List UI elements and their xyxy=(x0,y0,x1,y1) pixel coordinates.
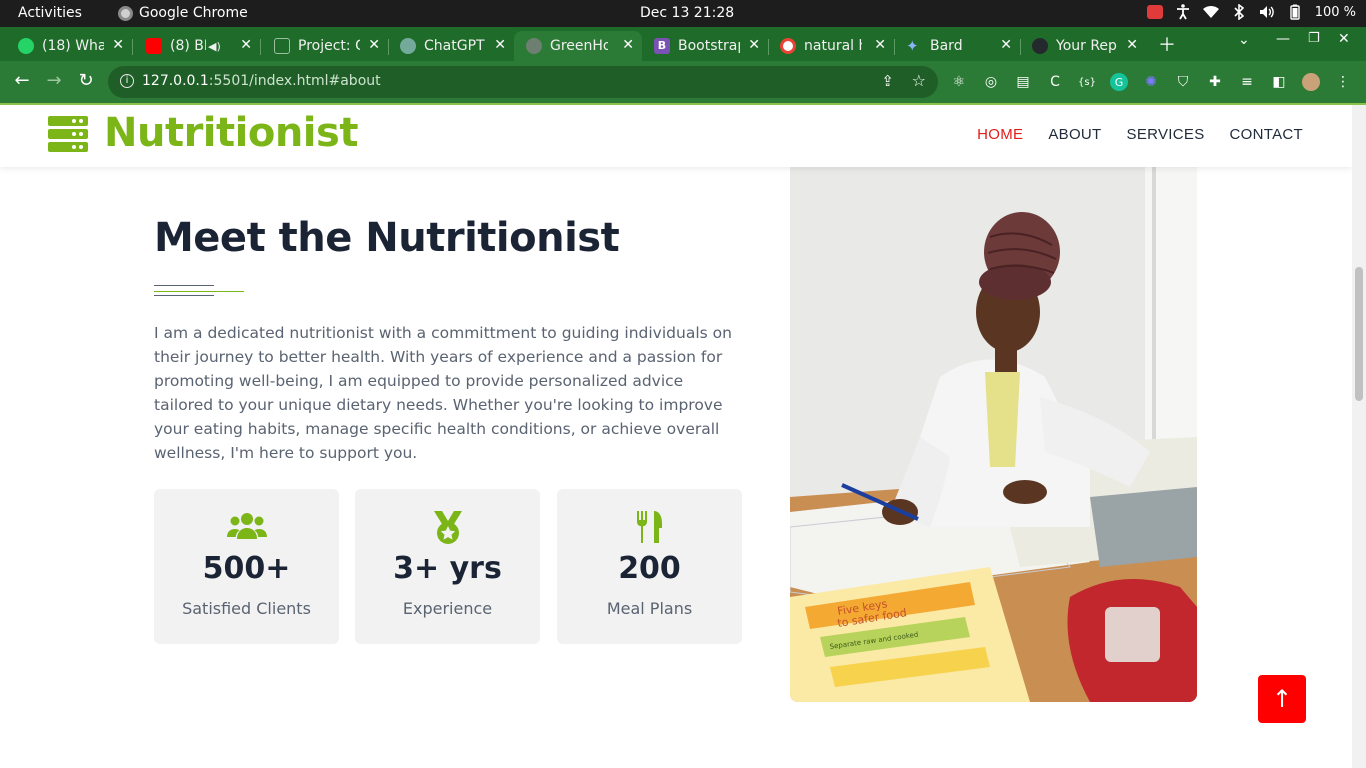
system-top-bar: Activities Google Chrome Dec 13 21:28 10… xyxy=(0,0,1366,27)
stat-value: 3+ yrs xyxy=(393,551,502,586)
app-name: Google Chrome xyxy=(139,5,248,21)
battery-icon[interactable] xyxy=(1287,4,1303,20)
browser-toolbar: ← → ↻ i 127.0.0.1:5501/index.html#about … xyxy=(0,61,1366,103)
nav-about-link[interactable]: ABOUT xyxy=(1048,126,1101,143)
github-icon xyxy=(1032,38,1048,54)
target-extension-icon[interactable]: ◎ xyxy=(982,73,1000,91)
whatsapp-icon xyxy=(18,38,34,54)
url-text[interactable]: 127.0.0.1:5501/index.html#about xyxy=(142,73,381,89)
app-menu[interactable]: Google Chrome xyxy=(118,5,248,21)
tab-whatsapp[interactable]: (18) WhatsApp ✕ xyxy=(6,31,133,61)
stat-label: Satisfied Clients xyxy=(182,599,311,618)
site-brand[interactable]: Nutritionist xyxy=(104,110,358,156)
main-nav: HOME ABOUT SERVICES CONTACT xyxy=(977,126,1303,143)
arrow-up-icon: ↑ xyxy=(1271,685,1293,713)
audio-playing-icon[interactable]: ◀) xyxy=(208,40,221,53)
forward-arrow-icon[interactable]: → xyxy=(42,70,66,91)
share-icon[interactable]: ⇪ xyxy=(881,72,894,90)
back-to-top-button[interactable]: ↑ xyxy=(1258,675,1306,723)
react-devtools-icon[interactable]: ⚛ xyxy=(950,73,968,91)
close-tab-icon[interactable]: ✕ xyxy=(1126,37,1138,53)
tab-bbc[interactable]: (8) BBC ◀) ✕ xyxy=(134,31,261,61)
close-tab-icon[interactable]: ✕ xyxy=(874,37,886,53)
accessibility-icon[interactable] xyxy=(1175,4,1191,20)
chrome-icon xyxy=(118,5,133,21)
globe-icon xyxy=(526,38,542,54)
close-tab-icon[interactable]: ✕ xyxy=(494,37,506,53)
stat-card-experience: 3+ yrs Experience xyxy=(355,489,540,644)
stat-value: 500+ xyxy=(202,551,291,586)
screen-record-icon[interactable] xyxy=(1146,5,1163,19)
bookmark-star-icon[interactable]: ☆ xyxy=(912,71,926,90)
users-icon xyxy=(154,511,339,545)
grammarly-icon[interactable]: G xyxy=(1110,73,1128,91)
nav-contact-link[interactable]: CONTACT xyxy=(1230,126,1303,143)
server-logo-icon[interactable] xyxy=(48,116,88,152)
docs-extension-icon[interactable]: ▤ xyxy=(1014,73,1032,91)
medal-icon xyxy=(355,511,540,545)
tab-bootstrap[interactable]: B Bootstrap ✕ xyxy=(642,31,769,61)
close-tab-icon[interactable]: ✕ xyxy=(622,37,634,53)
restore-icon[interactable]: ❐ xyxy=(1308,31,1320,46)
page-scrollbar[interactable] xyxy=(1352,105,1366,768)
back-arrow-icon[interactable]: ← xyxy=(10,70,34,91)
reading-list-icon[interactable]: ≡ xyxy=(1238,73,1256,91)
tab-google-search[interactable]: natural h ✕ xyxy=(768,31,895,61)
tab-your-repos[interactable]: Your Rep ✕ xyxy=(1020,31,1146,61)
activities-button[interactable]: Activities xyxy=(18,5,82,21)
stat-label: Experience xyxy=(402,599,493,618)
tab-greenhouse[interactable]: GreenHouse ✕ xyxy=(514,31,642,61)
bluetooth-icon[interactable] xyxy=(1231,4,1247,20)
battery-percent: 100 % xyxy=(1314,4,1356,20)
nav-services-link[interactable]: SERVICES xyxy=(1127,126,1205,143)
about-paragraph: I am a dedicated nutritionist with a com… xyxy=(154,324,732,462)
close-tab-icon[interactable]: ✕ xyxy=(112,37,124,53)
system-tray[interactable]: 100 % xyxy=(1146,4,1356,20)
tab-bard[interactable]: ✦ Bard ✕ xyxy=(894,31,1021,61)
google-icon xyxy=(780,38,796,54)
stat-card-meal-plans: 200 Meal Plans xyxy=(557,489,742,644)
nav-home-link[interactable]: HOME xyxy=(977,126,1023,143)
profile-avatar-icon[interactable] xyxy=(1302,73,1320,91)
nutritionist-photo: Five keys to safer food Separate raw and… xyxy=(790,167,1197,702)
tab-chatgpt[interactable]: ChatGPT ✕ xyxy=(388,31,514,61)
tab-search-chevron-icon[interactable]: ⌄ xyxy=(1238,32,1250,48)
sun-extension-icon[interactable]: ✺ xyxy=(1142,73,1160,91)
about-title: Meet the Nutritionist xyxy=(154,215,620,261)
c-extension-icon[interactable]: C xyxy=(1046,73,1064,91)
scrollbar-thumb[interactable] xyxy=(1355,267,1363,401)
youtube-icon xyxy=(146,38,162,54)
close-tab-icon[interactable]: ✕ xyxy=(1000,37,1012,53)
side-panel-icon[interactable]: ◧ xyxy=(1270,73,1288,91)
bard-sparkle-icon: ✦ xyxy=(906,37,919,55)
close-tab-icon[interactable]: ✕ xyxy=(240,37,252,53)
new-tab-icon[interactable]: ＋ xyxy=(1158,31,1176,57)
site-header: Nutritionist HOME ABOUT SERVICES CONTACT xyxy=(0,105,1352,167)
bootstrap-icon: B xyxy=(654,38,670,54)
json-extension-icon[interactable]: {s} xyxy=(1078,73,1096,91)
wifi-icon[interactable] xyxy=(1202,4,1219,20)
clock[interactable]: Dec 13 21:28 xyxy=(640,5,734,21)
address-bar[interactable]: i 127.0.0.1:5501/index.html#about ⇪ ☆ xyxy=(108,66,938,98)
utensils-icon xyxy=(557,511,742,545)
title-underline xyxy=(154,285,244,297)
chrome-menu-icon[interactable]: ⋮ xyxy=(1334,73,1352,91)
stat-value: 200 xyxy=(618,551,681,586)
chatgpt-icon xyxy=(400,38,416,54)
shield-icon[interactable]: ⛉ xyxy=(1174,73,1192,91)
stat-label: Meal Plans xyxy=(606,599,693,618)
stat-card-clients: 500+ Satisfied Clients xyxy=(154,489,339,644)
page-viewport: Nutritionist HOME ABOUT SERVICES CONTACT… xyxy=(0,105,1352,768)
site-info-icon[interactable]: i xyxy=(120,74,134,88)
browser-tab-strip: (18) WhatsApp ✕ (8) BBC ◀) ✕ Project: G … xyxy=(0,27,1366,61)
tab-project[interactable]: Project: G ✕ xyxy=(262,31,389,61)
close-window-icon[interactable]: ✕ xyxy=(1338,31,1350,47)
close-tab-icon[interactable]: ✕ xyxy=(368,37,380,53)
volume-icon[interactable] xyxy=(1259,4,1275,20)
reload-icon[interactable]: ↻ xyxy=(74,70,98,91)
extensions-puzzle-icon[interactable]: ✚ xyxy=(1206,73,1224,91)
github-icon xyxy=(274,38,290,54)
close-tab-icon[interactable]: ✕ xyxy=(748,37,760,53)
minimize-icon[interactable]: — xyxy=(1276,31,1290,47)
